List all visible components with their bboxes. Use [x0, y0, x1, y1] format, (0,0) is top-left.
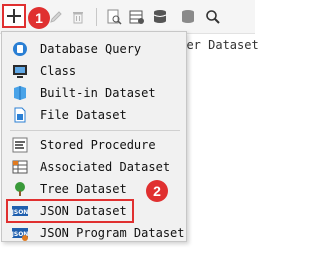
menu-item-class[interactable]: Class [2, 60, 186, 82]
menu-item-label: Tree Dataset [40, 182, 127, 196]
menu-item-database-query[interactable]: Database Query [2, 38, 186, 60]
menu-item-file-dataset[interactable]: File Dataset [2, 104, 186, 126]
json-program-icon: JSON [12, 228, 28, 241]
menu-item-builtin-dataset[interactable]: Built-in Dataset [2, 82, 186, 104]
menu-item-label: Database Query [40, 42, 142, 56]
file-dataset-icon [14, 107, 26, 123]
edit-pencil-icon[interactable] [48, 9, 64, 25]
delete-trash-icon[interactable] [70, 9, 86, 25]
search-icon[interactable] [205, 9, 221, 25]
plus-icon [7, 9, 21, 23]
database-icon[interactable] [153, 9, 169, 25]
json-dataset-highlight-box [6, 199, 134, 223]
menu-item-label: Stored Procedure [40, 138, 156, 152]
menu-item-label: Class [40, 64, 77, 78]
menu-separator [10, 130, 180, 131]
tree-dataset-icon [15, 182, 25, 196]
step-2-badge: 2 [146, 180, 168, 202]
menu-item-label: Built-in Dataset [40, 86, 156, 100]
database-cache-icon[interactable] [180, 9, 196, 25]
menu-item-associated-dataset[interactable]: Associated Dataset [2, 156, 186, 178]
preview-document-icon[interactable] [106, 9, 122, 25]
toolbar-separator [96, 8, 97, 26]
stored-procedure-icon [12, 137, 28, 153]
menu-item-json-program-dataset[interactable]: JSON JSON Program Dataset [2, 222, 186, 244]
menu-item-stored-procedure[interactable]: Stored Procedure [2, 134, 186, 156]
menu-item-label: File Dataset [40, 108, 127, 122]
associated-dataset-icon [12, 160, 28, 174]
dataset-settings-icon[interactable] [129, 9, 145, 25]
menu-item-label: JSON Program Dataset [40, 226, 185, 240]
database-query-icon [13, 42, 27, 56]
step-1-badge: 1 [28, 7, 50, 29]
builtin-dataset-icon [14, 86, 26, 100]
class-monitor-icon [13, 65, 27, 78]
add-dataset-button[interactable] [2, 4, 26, 28]
new-dataset-menu: Database Query Class Built-in Dataset Fi… [1, 31, 187, 242]
menu-item-label: Associated Dataset [40, 160, 171, 174]
